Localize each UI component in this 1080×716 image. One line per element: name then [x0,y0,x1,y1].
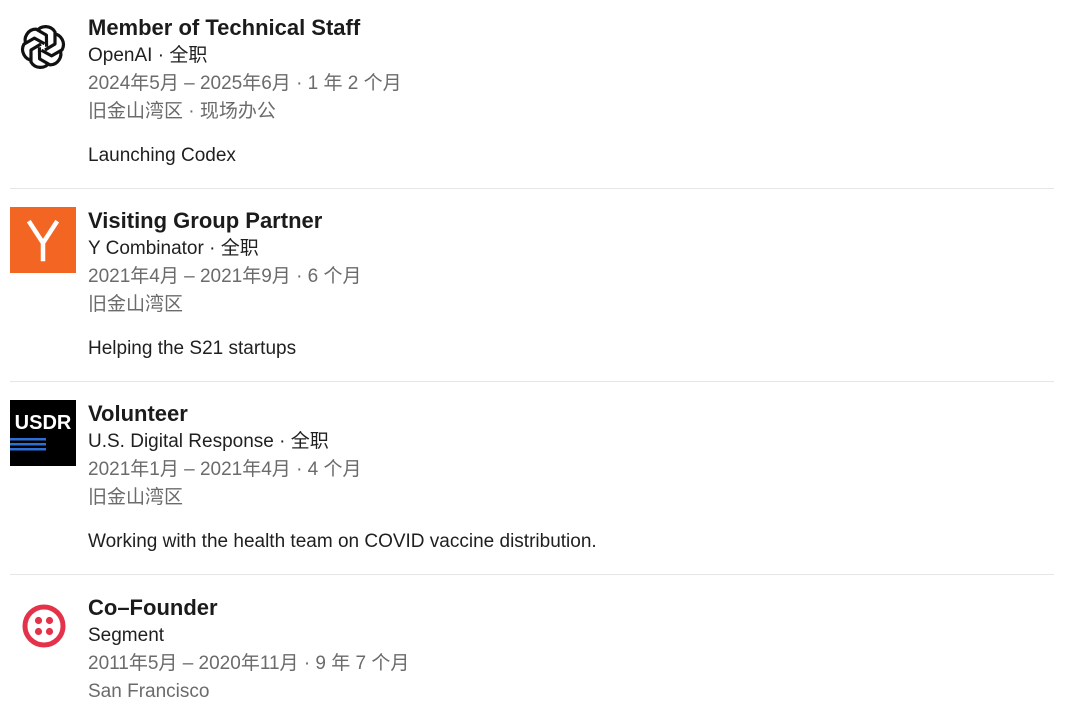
divider [10,381,1054,382]
experience-location: 旧金山湾区 [88,294,184,315]
divider [10,574,1054,575]
experience-location: 旧金山湾区 · 现场办公 [88,101,276,122]
experience-location: San Francisco [88,681,210,702]
experience-title[interactable]: Visiting Group Partner [88,207,1060,235]
experience-company[interactable]: U.S. Digital Response · 全职 [88,428,1060,456]
experience-item-openai[interactable]: Member of Technical Staff OpenAI · 全职 20… [0,14,1080,184]
experience-dates: 2011年5月 – 2020年11月 · 9 年 7 个月 [88,653,410,674]
experience-company[interactable]: OpenAI · 全职 [88,42,1060,70]
experience-title[interactable]: Co–Founder [88,594,1060,622]
experience-title[interactable]: Member of Technical Staff [88,14,1060,42]
openai-logo-icon[interactable] [12,16,74,78]
segment-logo-icon[interactable] [10,594,76,660]
divider [10,188,1054,189]
experience-company[interactable]: Y Combinator · 全职 [88,235,1060,263]
experience-description: Working with the health team on COVID va… [88,531,597,552]
experience-title[interactable]: Volunteer [88,400,1060,428]
svg-text:USDR: USDR [15,412,72,434]
experience-description: Helping the S21 startups [88,338,297,359]
experience-dates: 2021年4月 – 2021年9月 · 6 个月 [88,266,362,287]
experience-item-ycombinator[interactable]: Visiting Group Partner Y Combinator · 全职… [0,207,1080,377]
experience-description: Launching Codex [88,145,236,166]
ycombinator-logo-icon[interactable] [10,207,76,273]
experience-company[interactable]: Segment [88,622,1060,650]
usdr-logo-icon[interactable]: USDR [10,400,76,466]
experience-dates: 2021年1月 – 2021年4月 · 4 个月 [88,459,362,480]
experience-item-usdr[interactable]: USDR Volunteer U.S. Digital Response · 全… [0,400,1080,570]
experience-dates: 2024年5月 – 2025年6月 · 1 年 2 个月 [88,73,402,94]
experience-item-segment[interactable]: Co–Founder Segment 2011年5月 – 2020年11月 · … [0,594,1080,716]
experience-location: 旧金山湾区 [88,487,184,508]
